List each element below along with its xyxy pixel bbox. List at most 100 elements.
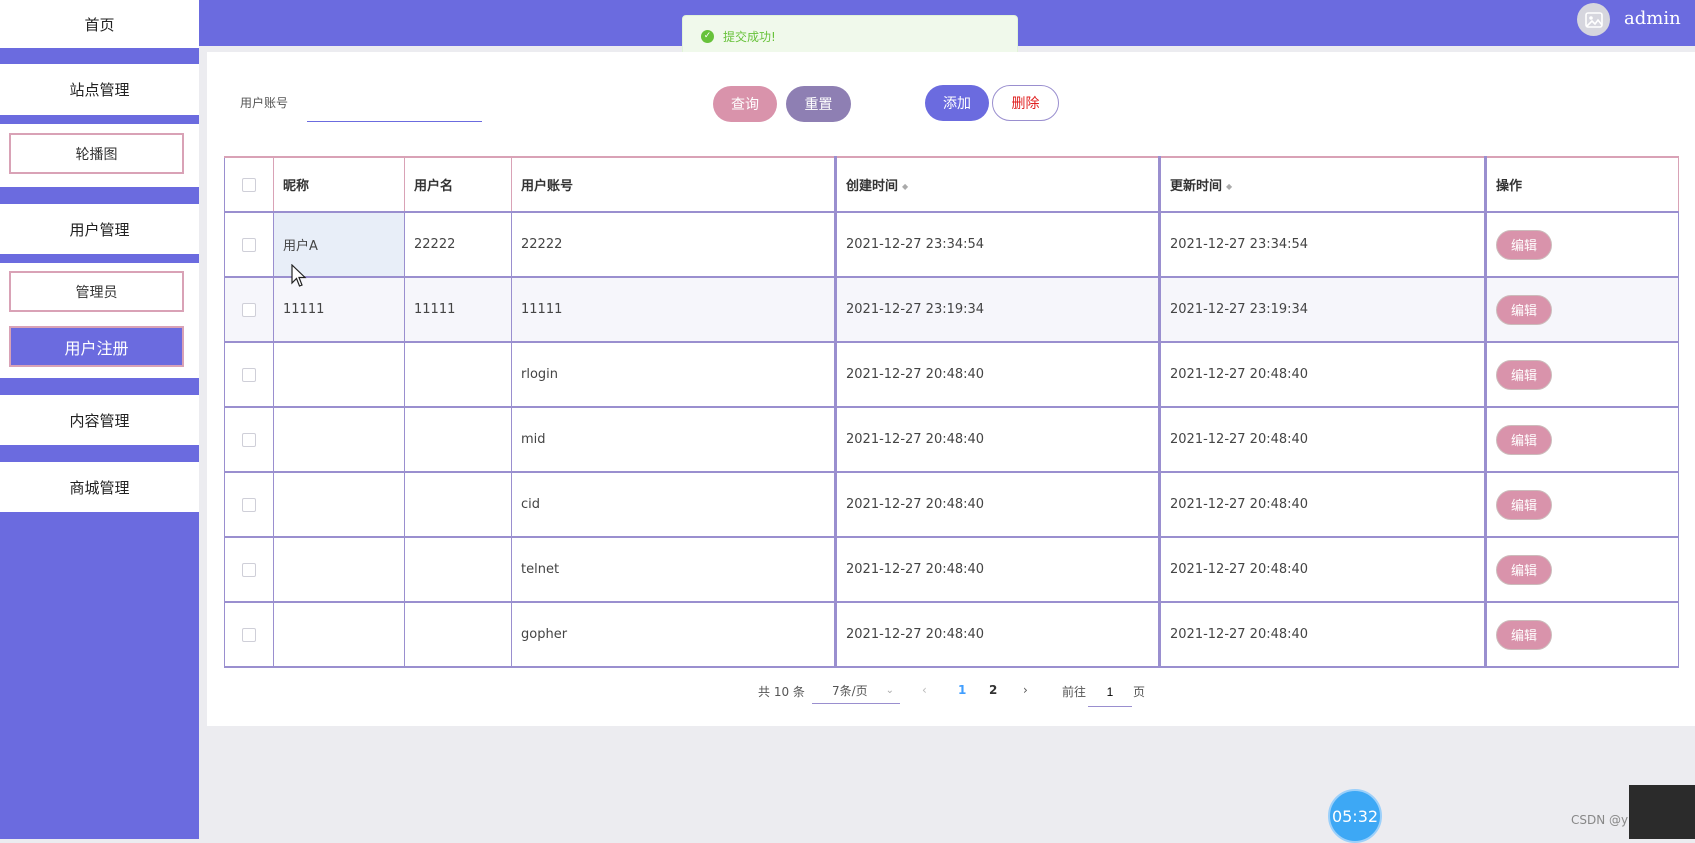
actions-cell: 编辑 (1485, 212, 1679, 278)
updated-cell: 2021-12-27 23:34:54 (1159, 212, 1487, 278)
sidebar-item-user-management[interactable]: 用户管理 (0, 204, 199, 254)
select-all-checkbox[interactable] (242, 177, 256, 192)
reset-button[interactable]: 重置 (786, 86, 851, 122)
actions-cell: 编辑 (1485, 602, 1679, 668)
table-header-row: 昵称 用户名 用户账号 创建时间 ◆ 更新时间 ◆ 操作 (224, 156, 1679, 213)
sidebar-item-site-management[interactable]: 站点管理 (0, 64, 199, 115)
column-header-label: 创建时间 (846, 179, 899, 194)
row-select-cell (224, 602, 274, 668)
sidebar-item-home[interactable]: 首页 (0, 0, 199, 48)
username-cell (404, 537, 512, 603)
edit-button[interactable]: 编辑 (1496, 359, 1552, 390)
sort-icon[interactable]: ◆ (902, 182, 908, 191)
row-checkbox[interactable] (242, 627, 256, 642)
column-header: 昵称 (273, 156, 405, 213)
row-checkbox[interactable] (242, 497, 256, 512)
account-cell: cid (511, 472, 837, 538)
edit-button[interactable]: 编辑 (1496, 554, 1552, 585)
created-cell: 2021-12-27 23:34:54 (835, 212, 1161, 278)
table-row: cid 2021-12-27 20:48:40 2021-12-27 20:48… (224, 472, 1679, 538)
corner-overlay (1629, 785, 1695, 839)
query-button[interactable]: 查询 (713, 86, 777, 122)
created-cell: 2021-12-27 20:48:40 (835, 537, 1161, 603)
sidebar-item-label: 管理员 (75, 284, 118, 301)
nickname-cell (273, 602, 405, 668)
sidebar-item-label: 内容管理 (69, 411, 130, 430)
actions-cell: 编辑 (1485, 472, 1679, 538)
row-select-cell (224, 407, 274, 473)
nickname-cell (273, 342, 405, 408)
username[interactable]: admin (1624, 8, 1681, 29)
table-row: 用户A 22222 22222 2021-12-27 23:34:54 2021… (224, 212, 1679, 278)
edit-button[interactable]: 编辑 (1496, 294, 1552, 325)
success-toast: ✓ 提交成功! (682, 15, 1018, 57)
row-select-cell (224, 537, 274, 603)
column-header: 用户名 (404, 156, 512, 213)
sidebar-item-label: 站点管理 (69, 81, 130, 99)
column-header-sortable[interactable]: 创建时间 ◆ (835, 156, 1161, 213)
table-row: rlogin 2021-12-27 20:48:40 2021-12-27 20… (224, 342, 1679, 408)
table-row: telnet 2021-12-27 20:48:40 2021-12-27 20… (224, 537, 1679, 603)
sidebar-item-user-registration[interactable]: 用户注册 (9, 326, 184, 367)
prev-page-button[interactable]: ‹ (922, 683, 927, 697)
account-cell: mid (511, 407, 837, 473)
actions-cell: 编辑 (1485, 277, 1679, 343)
username-cell (404, 602, 512, 668)
row-checkbox[interactable] (242, 367, 256, 382)
add-button[interactable]: 添加 (925, 85, 989, 121)
edit-button[interactable]: 编辑 (1496, 619, 1552, 650)
sidebar-item-shop-management[interactable]: 商城管理 (0, 462, 199, 512)
mouse-cursor-icon (291, 264, 307, 287)
avatar[interactable] (1577, 3, 1610, 36)
row-checkbox[interactable] (242, 432, 256, 447)
page-number[interactable]: 1 (958, 683, 966, 697)
created-cell: 2021-12-27 20:48:40 (835, 407, 1161, 473)
sidebar-item-carousel[interactable]: 轮播图 (9, 133, 184, 174)
username-cell (404, 472, 512, 538)
column-header: 操作 (1485, 156, 1679, 213)
nickname-cell (273, 407, 405, 473)
sidebar-item-label: 用户管理 (69, 220, 130, 239)
row-select-cell (224, 342, 274, 408)
select-all-cell (224, 156, 274, 213)
next-page-button[interactable]: › (1023, 683, 1028, 697)
username-cell (404, 407, 512, 473)
table-row: gopher 2021-12-27 20:48:40 2021-12-27 20… (224, 602, 1679, 668)
user-table: 昵称 用户名 用户账号 创建时间 ◆ 更新时间 ◆ 操作 用户A 22222 222… (224, 156, 1679, 668)
recording-timer: 05:32 (1328, 789, 1382, 843)
account-search-input[interactable] (307, 93, 482, 122)
goto-page-input[interactable] (1088, 678, 1132, 707)
delete-button[interactable]: 删除 (992, 85, 1059, 121)
sidebar-item-label: 用户注册 (64, 338, 129, 358)
updated-cell: 2021-12-27 20:48:40 (1159, 407, 1487, 473)
nickname-cell (273, 537, 405, 603)
toast-message: 提交成功! (723, 29, 776, 44)
edit-button[interactable]: 编辑 (1496, 489, 1552, 520)
account-cell: rlogin (511, 342, 837, 408)
row-checkbox[interactable] (242, 302, 256, 317)
updated-cell: 2021-12-27 20:48:40 (1159, 602, 1487, 668)
edit-button[interactable]: 编辑 (1496, 424, 1552, 455)
sidebar: 首页 站点管理 轮播图 用户管理 管理员 用户注册 内容管理 商城管理 (0, 0, 199, 839)
account-cell: 11111 (511, 277, 837, 343)
sidebar-item-admins[interactable]: 管理员 (9, 271, 184, 312)
sort-icon[interactable]: ◆ (1226, 182, 1232, 191)
updated-cell: 2021-12-27 20:48:40 (1159, 342, 1487, 408)
page-size-select[interactable]: 7条/页 ⌄ (812, 678, 900, 704)
updated-cell: 2021-12-27 20:48:40 (1159, 537, 1487, 603)
column-header: 用户账号 (511, 156, 837, 213)
goto-label: 前往 (1062, 685, 1087, 699)
updated-cell: 2021-12-27 23:19:34 (1159, 277, 1487, 343)
column-header-sortable[interactable]: 更新时间 ◆ (1159, 156, 1487, 213)
row-select-cell (224, 472, 274, 538)
row-checkbox[interactable] (242, 562, 256, 577)
table-row: 11111 11111 11111 2021-12-27 23:19:34 20… (224, 277, 1679, 343)
username-cell (404, 342, 512, 408)
page-number[interactable]: 2 (989, 683, 997, 697)
sidebar-item-content-management[interactable]: 内容管理 (0, 395, 199, 445)
edit-button[interactable]: 编辑 (1496, 229, 1552, 260)
actions-cell: 编辑 (1485, 342, 1679, 408)
row-checkbox[interactable] (242, 237, 256, 252)
username-cell: 22222 (404, 212, 512, 278)
actions-cell: 编辑 (1485, 407, 1679, 473)
